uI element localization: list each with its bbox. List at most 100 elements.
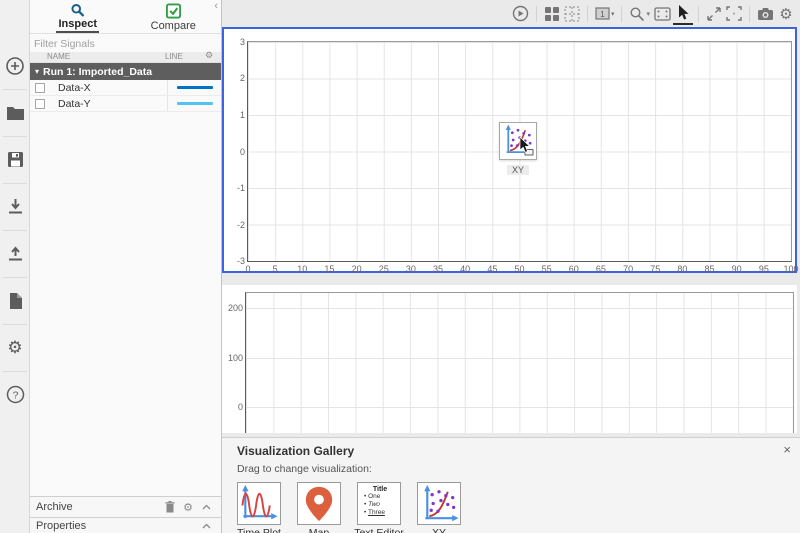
run-group-label: Run 1: Imported_Data <box>43 65 153 78</box>
corner-brackets-icon <box>726 6 742 21</box>
diagonal-arrows-icon <box>707 6 721 21</box>
text-editor-preview-item: Two <box>362 501 398 509</box>
signal-checkbox[interactable] <box>35 98 45 109</box>
fit-to-view-button[interactable] <box>652 3 673 25</box>
view-mode-button[interactable]: 1 ▾ <box>593 3 617 25</box>
archive-trash-button[interactable] <box>161 497 179 517</box>
text-editor-preview-item: One <box>362 493 398 501</box>
svg-text:?: ? <box>12 389 18 401</box>
x-tick-label: 40 <box>460 264 471 274</box>
help-button[interactable]: ? <box>0 371 30 418</box>
gallery-subtitle: Drag to change visualization: <box>237 463 372 475</box>
document-icon <box>9 292 22 309</box>
plot-toolbar: 1 ▾ ▾ ⚙ <box>222 0 800 27</box>
text-editor-preview-item: Three <box>362 509 398 517</box>
edit-layout-button[interactable] <box>562 3 582 25</box>
zoom-button[interactable]: ▾ <box>627 3 652 25</box>
xy-scatter-icon <box>424 484 459 522</box>
plot-axes[interactable]: 200 100 0 <box>228 292 794 433</box>
properties-collapse-button[interactable] <box>197 518 215 533</box>
gridline <box>246 357 793 359</box>
properties-label: Properties <box>36 519 87 532</box>
gallery-item-xy[interactable]: XY <box>417 482 461 533</box>
x-tick-label: 95 <box>758 264 769 274</box>
pointer-tool-button[interactable] <box>673 3 693 25</box>
gallery-item-label: Time Plot <box>237 527 281 533</box>
column-settings-gear-icon[interactable]: ⚙ <box>205 51 221 61</box>
gear-icon: ⚙ <box>779 4 793 23</box>
create-report-button[interactable] <box>0 277 30 324</box>
visualization-gallery: Visualization Gallery × Drag to change v… <box>222 437 800 533</box>
subplot-1-selected: XY 0 5 10 15 20 25 30 35 40 45 50 55 60 65 70 75 80 85 90 9… <box>222 27 799 274</box>
y-tick-label: 0 <box>237 402 243 413</box>
map-tile <box>297 482 341 525</box>
properties-section-bar[interactable]: Properties <box>30 517 221 533</box>
signal-row-data-y[interactable]: Data-Y <box>30 96 221 112</box>
open-button[interactable] <box>0 89 30 136</box>
archive-settings-gear-icon[interactable]: ⚙ <box>179 497 197 517</box>
toolbar-separator <box>698 5 699 22</box>
x-tick-label: 10 <box>297 264 308 274</box>
x-tick-label: 5 <box>272 264 278 274</box>
save-disk-icon <box>7 152 23 167</box>
x-tick-label: 65 <box>595 264 606 274</box>
panel-tabs: Inspect Compare ‹ <box>30 0 221 34</box>
x-tick-label: 25 <box>378 264 389 274</box>
help-circle-icon: ? <box>6 385 24 404</box>
preferences-button[interactable]: ⚙ <box>0 324 30 371</box>
expand-button[interactable] <box>704 3 724 25</box>
archive-label: Archive <box>36 501 73 513</box>
y-tick-label: 3 <box>239 37 245 47</box>
plot-settings-button[interactable]: ⚙ <box>776 3 796 25</box>
save-button[interactable] <box>0 136 30 183</box>
import-button[interactable] <box>0 183 30 230</box>
archive-section-bar[interactable]: Archive ⚙ <box>30 496 221 517</box>
run-group-row[interactable]: ▾ Run 1: Imported_Data <box>30 63 221 80</box>
plot-axes[interactable]: XY 0 5 10 15 20 25 30 35 40 45 50 55 60 65 70 75 80 85 90 9… <box>237 37 799 274</box>
subplot-2: 200 100 0 <box>222 285 797 433</box>
gallery-item-text-editor[interactable]: Title One Two Three Text Editor <box>354 482 404 533</box>
signal-line-swatch[interactable] <box>176 102 213 105</box>
add-run-button[interactable] <box>0 42 30 89</box>
y-tick-label: 200 <box>227 302 243 313</box>
xy-drag-ghost[interactable]: XY <box>498 122 538 178</box>
y-tick-label: -3 <box>236 256 245 266</box>
gridline <box>246 407 793 409</box>
dashed-grid-icon <box>564 5 580 22</box>
gallery-item-time-plot[interactable]: Time Plot <box>237 482 281 533</box>
upload-arrow-icon <box>8 246 22 261</box>
archive-collapse-button[interactable] <box>197 497 215 517</box>
tab-compare-label: Compare <box>150 20 196 32</box>
run-expand-icon[interactable]: ▾ <box>35 67 39 76</box>
snapshot-button[interactable] <box>755 3 776 25</box>
replay-controls-button[interactable] <box>510 3 531 25</box>
toolbar-separator <box>749 5 750 22</box>
xy-drag-label: XY <box>506 165 529 175</box>
x-tick-label: 0 <box>245 264 251 274</box>
download-arrow-icon <box>8 199 22 214</box>
time-plot-icon <box>241 484 278 520</box>
xy-drag-tile <box>499 122 537 160</box>
tab-inspect[interactable]: Inspect <box>30 0 126 33</box>
signal-checkbox[interactable] <box>35 82 45 93</box>
gridline <box>246 307 793 309</box>
subplot-grid-icon <box>544 6 559 21</box>
tab-compare[interactable]: Compare <box>126 0 222 33</box>
signal-line-swatch[interactable] <box>176 86 213 89</box>
gallery-close-icon[interactable]: × <box>783 442 791 457</box>
x-tick-label: 100 <box>783 264 799 274</box>
export-button[interactable] <box>0 230 30 277</box>
filter-signals-input[interactable] <box>30 36 221 52</box>
dropdown-caret-icon: ▾ <box>610 9 615 18</box>
layout-grid-button[interactable] <box>542 3 562 25</box>
gear-icon: ⚙ <box>7 337 23 358</box>
gallery-item-label: Map <box>308 527 330 533</box>
simulation-data-inspector-window: ⚙ ? Inspect Compare ‹ NAME LINE ⚙ ▾ <box>0 0 800 533</box>
x-tick-label: 55 <box>541 264 552 274</box>
x-tick-label: 50 <box>514 264 525 274</box>
fullscreen-button[interactable] <box>724 3 744 25</box>
signal-row-data-x[interactable]: Data-X <box>30 80 221 96</box>
plot-area: 1 ▾ ▾ ⚙ XY 0 5 10 15 20 25 30 35 40 45 5… <box>222 0 800 533</box>
gallery-item-map[interactable]: Map <box>297 482 341 533</box>
collapse-panel-icon[interactable]: ‹ <box>214 0 218 12</box>
